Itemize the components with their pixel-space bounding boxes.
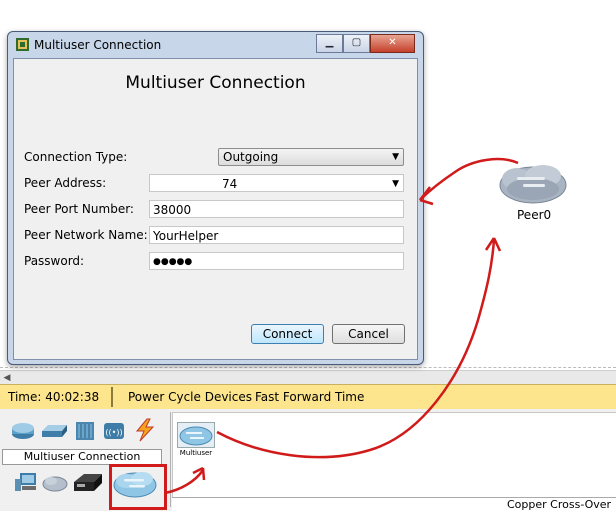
arrow-to-peer-cloud bbox=[216, 239, 496, 459]
arrow-to-multiuser-device bbox=[164, 469, 205, 495]
annotation-arrows bbox=[164, 157, 519, 495]
arrow-to-peer-address bbox=[419, 157, 519, 201]
